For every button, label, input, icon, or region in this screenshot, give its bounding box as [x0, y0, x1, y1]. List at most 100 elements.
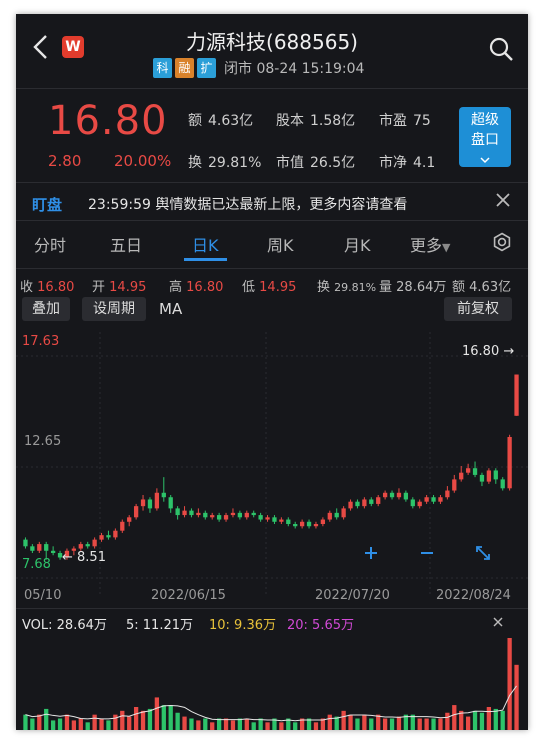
candle	[244, 510, 249, 520]
volume-bar	[486, 707, 492, 730]
super-btn-line2: 盘口	[471, 132, 499, 148]
volume-bar	[431, 718, 436, 730]
volume-bar	[64, 714, 70, 730]
quote-amount: 额 4.63亿	[188, 113, 254, 129]
quote-turnover: 换 29.81%	[188, 155, 262, 171]
volume-bar	[23, 714, 28, 730]
volume-bar	[445, 712, 450, 730]
candle	[265, 515, 270, 522]
candle	[92, 537, 97, 549]
price-change: 2.80	[48, 152, 82, 170]
candle	[133, 503, 139, 520]
candle	[182, 506, 187, 518]
ohlc-turnover: 换 29.81%	[317, 280, 377, 295]
candle	[486, 468, 492, 484]
candle	[313, 521, 319, 529]
market-status: 闭市 08-24 15:19:04	[224, 61, 365, 77]
candle	[299, 519, 305, 529]
news-ticker[interactable]: 23:59:59 舆情数据已达最新上限，更多内容请查看	[88, 194, 468, 214]
tab-intraday[interactable]: 分时	[34, 232, 66, 256]
volume-bar	[92, 714, 97, 730]
tab-more[interactable]: 更多▼	[410, 232, 450, 256]
tag-kuo: 扩	[197, 58, 216, 78]
ma-indicator-label[interactable]: MA	[159, 300, 182, 318]
tabs-divider	[16, 268, 528, 269]
ohlc-low: 低 14.95	[242, 280, 297, 295]
volume-bar	[279, 722, 284, 730]
tag-rongzi: 融	[175, 58, 194, 78]
close-volume-icon[interactable]	[491, 615, 505, 629]
period-low-marker: ← 8.51	[62, 550, 106, 565]
volume-bar	[500, 710, 505, 730]
volume-bar	[216, 718, 222, 730]
volume-bar	[452, 705, 457, 730]
volume-bar	[472, 710, 478, 730]
candle	[30, 544, 35, 554]
volume-bar	[203, 718, 208, 730]
candle	[99, 532, 104, 542]
candle	[348, 499, 353, 511]
candle	[175, 506, 180, 520]
caret-down-icon: ▼	[442, 241, 451, 254]
search-icon[interactable]	[488, 36, 514, 62]
volume-bar	[313, 722, 319, 730]
candle	[389, 490, 395, 500]
volume-bar	[396, 716, 402, 730]
volume-bar	[223, 718, 229, 730]
candle	[472, 461, 478, 478]
volume-bar	[85, 722, 90, 730]
watch-badge[interactable]: 盯盘	[32, 194, 62, 215]
volume-bar	[127, 716, 132, 730]
quote-shares: 股本 1.58亿	[276, 113, 356, 129]
candle	[306, 519, 312, 529]
zoom-out-icon[interactable]	[413, 539, 441, 567]
volume-bar	[44, 708, 49, 730]
volume-bar	[244, 718, 249, 730]
volume-bar	[293, 722, 298, 730]
tab-more-label: 更多	[410, 236, 443, 255]
candle	[355, 499, 360, 509]
candle	[216, 512, 222, 522]
candle	[341, 506, 346, 520]
volume-bar	[237, 718, 243, 730]
tab-daily-k[interactable]: 日K	[192, 232, 219, 256]
volume-bar	[438, 718, 443, 730]
candle	[196, 508, 201, 518]
y-min-label: 7.68	[22, 557, 51, 572]
candle	[507, 434, 512, 491]
candle	[140, 495, 146, 511]
tab-weekly-k[interactable]: 周K	[267, 232, 294, 256]
volume-bar	[230, 720, 236, 730]
date-label-jul: 2022/07/20	[315, 588, 390, 603]
super-orderbook-button[interactable]: 超级 盘口	[459, 107, 511, 167]
volume-bar	[78, 718, 83, 730]
tab-five-day[interactable]: 五日	[110, 232, 142, 256]
volume-bar	[327, 714, 332, 730]
close-icon[interactable]	[493, 190, 513, 210]
volume-bar	[355, 718, 360, 730]
candle	[362, 497, 367, 509]
candle	[431, 495, 436, 504]
volume-bar	[99, 718, 104, 730]
candle	[438, 495, 443, 504]
candle	[120, 519, 125, 533]
set-period-button[interactable]: 设周期	[82, 297, 146, 321]
volume-bar	[514, 664, 519, 730]
gear-icon[interactable]	[492, 232, 512, 252]
volume-bar	[424, 718, 429, 730]
forward-adjust-button[interactable]: 前复权	[444, 297, 512, 321]
candle	[154, 488, 160, 511]
candle	[396, 488, 402, 500]
overlay-button[interactable]: 叠加	[22, 297, 70, 321]
volume-bar	[182, 716, 187, 730]
candle	[251, 510, 256, 518]
fullscreen-icon[interactable]	[469, 539, 497, 567]
ohlc-close: 收 16.80	[20, 280, 75, 295]
zoom-in-icon[interactable]	[357, 539, 385, 567]
volume-bar	[465, 716, 471, 730]
candle	[465, 463, 471, 475]
volume-bar	[154, 697, 160, 730]
quote-mktcap: 市值 26.5亿	[276, 155, 356, 171]
tab-monthly-k[interactable]: 月K	[344, 232, 371, 256]
candle	[452, 474, 457, 493]
